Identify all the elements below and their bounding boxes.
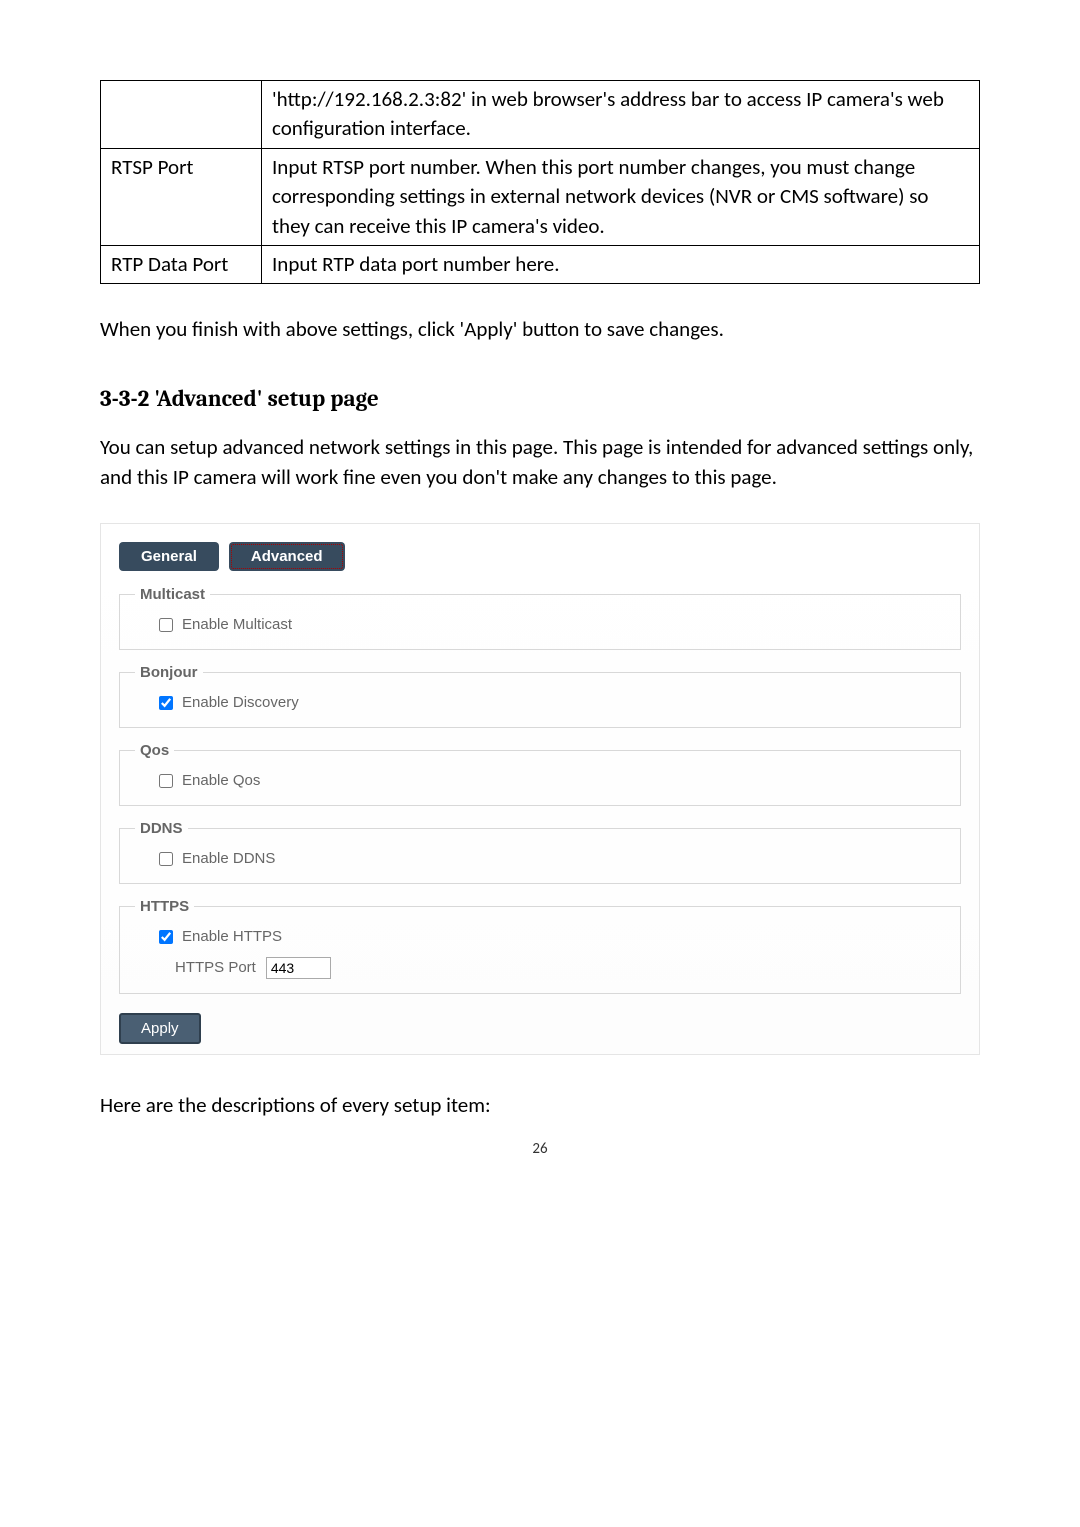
table-cell-label: RTSP Port (101, 148, 262, 245)
group-title: Qos (135, 742, 174, 759)
table-row: 'http://192.168.2.3:82' in web browser's… (101, 81, 980, 149)
group-bonjour: Bonjour Enable Discovery (119, 664, 961, 728)
enable-qos-row[interactable]: Enable Qos (135, 771, 945, 791)
paragraph: When you finish with above settings, cli… (100, 314, 980, 344)
group-title: HTTPS (135, 898, 194, 915)
advanced-panel-screenshot: General Advanced Multicast Enable Multic… (100, 523, 980, 1055)
https-port-input[interactable] (266, 957, 331, 979)
group-qos: Qos Enable Qos (119, 742, 961, 806)
enable-ddns-row[interactable]: Enable DDNS (135, 849, 945, 869)
enable-qos-checkbox[interactable] (159, 774, 173, 788)
checkbox-label: Enable HTTPS (182, 928, 282, 945)
enable-discovery-row[interactable]: Enable Discovery (135, 693, 945, 713)
paragraph: You can setup advanced network settings … (100, 432, 980, 493)
checkbox-label: Enable Qos (182, 772, 260, 789)
group-https: HTTPS Enable HTTPS HTTPS Port (119, 898, 961, 994)
port-settings-table: 'http://192.168.2.3:82' in web browser's… (100, 80, 980, 284)
tab-bar: General Advanced (119, 542, 961, 571)
paragraph: Here are the descriptions of every setup… (100, 1090, 980, 1120)
section-heading: 3-3-2 'Advanced' setup page (100, 385, 980, 412)
tab-general[interactable]: General (119, 542, 219, 571)
checkbox-label: Enable Multicast (182, 616, 292, 633)
enable-multicast-checkbox[interactable] (159, 618, 173, 632)
group-title: DDNS (135, 820, 188, 837)
enable-https-row[interactable]: Enable HTTPS (135, 927, 945, 947)
group-title: Multicast (135, 586, 210, 603)
checkbox-label: Enable Discovery (182, 694, 299, 711)
group-title: Bonjour (135, 664, 203, 681)
apply-button[interactable]: Apply (119, 1013, 201, 1044)
https-port-row: HTTPS Port (135, 957, 945, 979)
enable-https-checkbox[interactable] (159, 930, 173, 944)
table-cell-desc: Input RTP data port number here. (262, 245, 980, 283)
table-row: RTSP Port Input RTSP port number. When t… (101, 148, 980, 245)
enable-discovery-checkbox[interactable] (159, 696, 173, 710)
enable-multicast-row[interactable]: Enable Multicast (135, 615, 945, 635)
group-ddns: DDNS Enable DDNS (119, 820, 961, 884)
table-cell-desc: Input RTSP port number. When this port n… (262, 148, 980, 245)
group-multicast: Multicast Enable Multicast (119, 586, 961, 650)
page-number: 26 (100, 1140, 980, 1158)
table-cell-label: RTP Data Port (101, 245, 262, 283)
https-port-label: HTTPS Port (175, 959, 256, 976)
table-cell-desc: 'http://192.168.2.3:82' in web browser's… (262, 81, 980, 149)
enable-ddns-checkbox[interactable] (159, 852, 173, 866)
table-row: RTP Data Port Input RTP data port number… (101, 245, 980, 283)
document-page: 'http://192.168.2.3:82' in web browser's… (0, 0, 1080, 1198)
tab-advanced[interactable]: Advanced (229, 542, 345, 571)
checkbox-label: Enable DDNS (182, 850, 275, 867)
table-cell-label (101, 81, 262, 149)
